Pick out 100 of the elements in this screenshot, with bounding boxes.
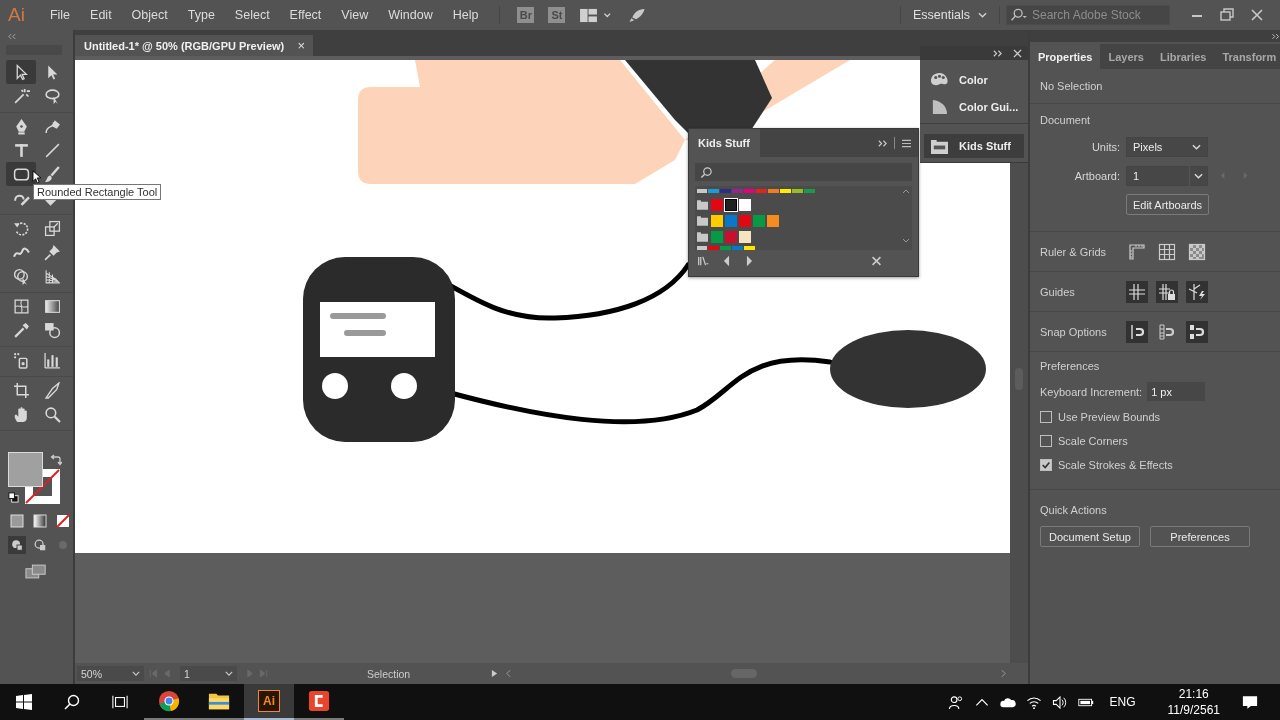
swatch[interactable] [708, 188, 719, 193]
search-icon[interactable] [64, 694, 80, 710]
screen-mode-icon[interactable] [25, 564, 47, 579]
panel-tab[interactable]: Transform [1214, 44, 1280, 69]
menu-item[interactable]: Window [379, 8, 442, 22]
clock-time[interactable]: 21:16 [1178, 686, 1209, 702]
swatch[interactable] [756, 188, 767, 193]
people-icon[interactable] [948, 694, 965, 710]
fill-swatch[interactable] [8, 452, 43, 487]
next-icon[interactable] [744, 255, 755, 267]
notifications-icon[interactable] [1242, 694, 1258, 710]
menu-item[interactable]: Help [443, 8, 488, 22]
swatch[interactable] [739, 198, 751, 211]
default-colors-icon[interactable] [8, 492, 19, 503]
section-heading: Preferences [1040, 360, 1101, 372]
swatch[interactable] [739, 214, 751, 227]
search-field[interactable]: Search Adobe Stock [1006, 5, 1170, 25]
library-icon[interactable] [698, 255, 709, 267]
task-view-icon[interactable] [112, 694, 128, 710]
swatch[interactable] [720, 188, 731, 193]
swatch[interactable] [767, 214, 779, 227]
previous-icon[interactable] [721, 255, 732, 267]
panel-tab[interactable]: Properties [1030, 44, 1101, 69]
menu-item[interactable]: Select [225, 8, 279, 22]
swatch[interactable] [732, 188, 743, 193]
illustrator-app-button[interactable]: Ai [244, 684, 294, 720]
checkbox[interactable] [1040, 459, 1052, 471]
zoom-field[interactable]: 50% [77, 666, 144, 681]
menu-item[interactable]: View [332, 8, 378, 22]
clock-date[interactable]: 11/9/2561 [1167, 702, 1220, 718]
panel-button[interactable]: Kids Stuff [924, 134, 1024, 158]
tool-button[interactable] [6, 162, 36, 186]
swatch[interactable] [711, 214, 723, 227]
swatch[interactable] [725, 230, 737, 243]
swap-icon[interactable] [50, 454, 62, 466]
quick-action-button[interactable]: Document Setup [1040, 526, 1140, 547]
swatch[interactable] [708, 245, 719, 250]
tool-button[interactable] [6, 60, 36, 84]
toggle-button[interactable] [1126, 320, 1148, 343]
panel-tab[interactable]: Libraries [1151, 44, 1215, 69]
artboard-field[interactable]: 1 [180, 666, 237, 681]
expand-icon[interactable] [877, 138, 888, 148]
swatch[interactable] [725, 198, 737, 211]
rocket-icon[interactable] [628, 7, 647, 23]
horizontal-scrollbar[interactable] [506, 666, 1006, 681]
menu-item[interactable]: Effect [280, 8, 331, 22]
swatch[interactable] [780, 188, 791, 193]
toggle-button[interactable] [1186, 320, 1208, 343]
menu-item[interactable]: Edit [81, 8, 121, 22]
none-mode-icon[interactable] [54, 512, 72, 530]
menu-item[interactable]: Type [178, 8, 224, 22]
play-icon[interactable] [491, 669, 498, 678]
windows-start-icon[interactable] [16, 694, 32, 710]
panel-tab[interactable]: Layers [1100, 44, 1152, 69]
swatch[interactable] [768, 188, 779, 193]
swatch[interactable] [792, 188, 803, 193]
swatch[interactable] [804, 188, 815, 193]
arrange-documents-icon[interactable] [580, 7, 613, 23]
close-icon[interactable] [1012, 48, 1023, 58]
swatch[interactable] [725, 214, 737, 227]
edit-artboards-button[interactable]: Edit Artboards [1126, 194, 1209, 215]
menu-item[interactable]: File [40, 8, 80, 22]
swatch[interactable] [720, 245, 731, 250]
toggle-button[interactable] [1186, 280, 1208, 303]
delete-icon[interactable] [871, 255, 882, 267]
checkbox[interactable] [1040, 411, 1052, 423]
quick-action-button[interactable]: Preferences [1150, 526, 1250, 547]
workspace-switcher[interactable]: Essentials [911, 8, 989, 22]
keyboard-increment-field[interactable]: 1 px [1147, 382, 1206, 401]
swatch[interactable] [732, 245, 743, 250]
lock-guides-icon [1158, 282, 1176, 301]
speaker-icon[interactable] [1052, 694, 1069, 710]
wifi-icon[interactable] [1026, 694, 1043, 710]
search-field[interactable] [695, 163, 912, 181]
panel-tab[interactable]: Kids Stuff [689, 129, 760, 157]
close-tab-button[interactable]: × [297, 38, 305, 53]
units-dropdown[interactable]: Pixels [1126, 136, 1208, 157]
artboard-dropdown[interactable]: 1 [1126, 165, 1208, 186]
panel-button[interactable]: Color [920, 66, 1028, 93]
checkbox[interactable] [1040, 435, 1052, 447]
swatch[interactable] [739, 230, 751, 243]
swatch[interactable] [744, 245, 755, 250]
expand-icon[interactable] [992, 48, 1003, 58]
swatch[interactable] [711, 230, 723, 243]
swatch[interactable] [753, 214, 765, 227]
color-mode-icon[interactable] [8, 512, 26, 530]
menu-icon[interactable] [901, 138, 912, 148]
toggle-button[interactable] [1126, 280, 1148, 303]
language-indicator[interactable]: ENG [1109, 695, 1136, 709]
document-tab[interactable]: Untitled-1* @ 50% (RGB/GPU Preview) × [75, 35, 313, 56]
blend-icon [43, 321, 61, 339]
perspective-grid-icon [43, 267, 61, 285]
gradient-mode-icon[interactable] [31, 512, 49, 530]
draw-normal-icon[interactable] [8, 536, 26, 554]
panel-button[interactable]: Color Gui... [920, 93, 1028, 120]
swatch[interactable] [744, 188, 755, 193]
menu-item[interactable]: Object [122, 8, 177, 22]
swatch[interactable] [711, 198, 723, 211]
collapse-icon[interactable] [1271, 32, 1280, 40]
toggle-button[interactable] [1156, 280, 1178, 303]
